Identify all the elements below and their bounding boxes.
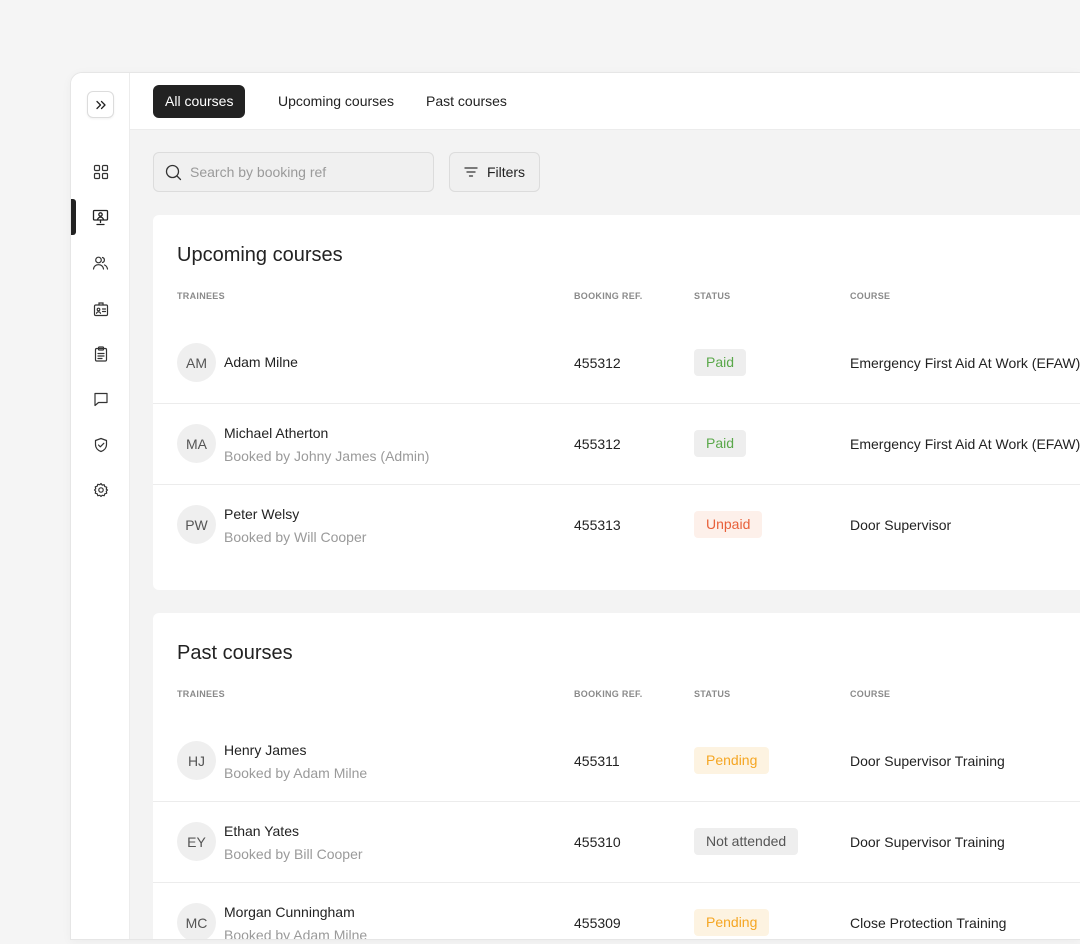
table-row[interactable]: EY Ethan Yates Booked by Bill Cooper 455310…	[153, 802, 1080, 883]
status-badge: Paid	[694, 349, 747, 376]
status-badge: Pending	[694, 909, 770, 936]
clipboard-icon	[94, 346, 107, 362]
sidebar-item-courses[interactable]	[71, 199, 130, 235]
booking-ref: 455310	[574, 834, 621, 850]
trainee-name: Morgan Cunningham	[224, 904, 355, 920]
column-header-booking-ref: BOOKING REF.	[574, 689, 643, 699]
users-icon	[92, 256, 109, 270]
booked-by-text: Booked by Adam Milne	[224, 765, 368, 781]
booking-ref: 455312	[574, 355, 621, 371]
column-header-course: COURSE	[850, 689, 891, 699]
search-icon	[165, 164, 182, 180]
booked-by-text: Booked by Bill Cooper	[224, 846, 363, 862]
avatar: PW	[177, 505, 216, 544]
app-window: All courses Upcoming courses Past course…	[70, 72, 1080, 940]
avatar: MC	[177, 903, 216, 939]
shield-icon	[94, 437, 107, 453]
status-badge: Paid	[694, 430, 747, 457]
status-badge: Unpaid	[694, 511, 763, 538]
column-header-course: COURSE	[850, 291, 891, 301]
tab-upcoming-courses[interactable]: Upcoming courses	[266, 85, 406, 118]
courses-icon	[92, 209, 109, 225]
course-name: Emergency First Aid At Work (EFAW)	[850, 436, 1080, 452]
column-header-status: STATUS	[694, 689, 731, 699]
column-header-booking-ref: BOOKING REF.	[574, 291, 643, 301]
avatar: AM	[177, 343, 216, 382]
sidebar-item-dashboard[interactable]	[71, 154, 130, 190]
trainee-name: Adam Milne	[224, 354, 298, 370]
sidebar-item-messages[interactable]	[71, 381, 130, 417]
table-row[interactable]: MA Michael Atherton Booked by Johny James …	[153, 404, 1080, 485]
status-badge: Not attended	[694, 828, 799, 855]
booked-by-text: Booked by Johny James (Admin)	[224, 448, 430, 464]
sidebar-item-security[interactable]	[71, 427, 130, 463]
sidebar	[71, 73, 130, 939]
tab-past-courses[interactable]: Past courses	[414, 85, 519, 118]
sidebar-item-settings[interactable]	[71, 472, 130, 508]
table-row[interactable]: PW Peter Welsy Booked by Will Cooper 455313…	[153, 485, 1080, 566]
avatar: MA	[177, 424, 216, 463]
trainee-name: Peter Welsy	[224, 506, 300, 522]
past-courses-title: Past courses	[177, 642, 293, 664]
column-header-trainees: TRAINEES	[177, 291, 225, 301]
status-badge: Pending	[694, 747, 770, 774]
booked-by-text: Booked by Adam Milne	[224, 927, 368, 940]
booking-ref: 455309	[574, 915, 621, 931]
filters-button[interactable]: Filters	[449, 152, 540, 192]
column-header-status: STATUS	[694, 291, 731, 301]
top-tab-bar: All courses Upcoming courses Past course…	[130, 73, 1080, 130]
table-row[interactable]: MC Morgan Cunningham Booked by Adam Milne 4…	[153, 883, 1080, 940]
table-row[interactable]: AM Adam Milne 455312 Paid Emergency First Ai…	[153, 323, 1080, 404]
column-header-trainees: TRAINEES	[177, 689, 225, 699]
tab-all-courses[interactable]: All courses	[153, 85, 246, 118]
past-courses-card: Past courses TRAINEES BOOKING REF. STATU…	[153, 613, 1080, 940]
booking-ref: 455313	[574, 517, 621, 533]
sidebar-item-clipboard[interactable]	[71, 336, 130, 372]
filters-label: Filters	[486, 164, 526, 180]
gear-icon	[93, 482, 108, 498]
expand-sidebar-button[interactable]	[87, 91, 114, 118]
table-row[interactable]: HJ Henry James Booked by Adam Milne 455311 P…	[153, 721, 1080, 802]
upcoming-courses-title: Upcoming courses	[177, 244, 343, 266]
trainee-name: Ethan Yates	[224, 823, 299, 839]
booked-by-text: Booked by Will Cooper	[224, 529, 367, 545]
main-content: Filters Upcoming courses TRAINEES BOOKIN…	[130, 130, 1080, 940]
dashboard-icon	[93, 164, 108, 180]
search-box[interactable]	[153, 152, 434, 192]
course-name: Close Protection Training	[850, 915, 1007, 931]
course-name: Door Supervisor	[850, 517, 952, 533]
upcoming-courses-card: Upcoming courses TRAINEES BOOKING REF. S…	[153, 215, 1080, 590]
search-input[interactable]	[190, 164, 420, 180]
chevrons-right-icon	[95, 100, 106, 109]
sidebar-item-id-cards[interactable]	[71, 291, 130, 327]
course-name: Door Supervisor Training	[850, 753, 1005, 769]
id-badge-icon	[93, 302, 108, 317]
course-name: Emergency First Aid At Work (EFAW)	[850, 355, 1080, 371]
sidebar-item-users[interactable]	[71, 245, 130, 281]
trainee-name: Michael Atherton	[224, 425, 329, 441]
filter-icon	[464, 167, 478, 177]
avatar: HJ	[177, 741, 216, 780]
course-name: Door Supervisor Training	[850, 834, 1005, 850]
trainee-name: Henry James	[224, 742, 307, 758]
booking-ref: 455311	[574, 753, 620, 769]
booking-ref: 455312	[574, 436, 621, 452]
chat-icon	[93, 392, 108, 407]
avatar: EY	[177, 822, 216, 861]
